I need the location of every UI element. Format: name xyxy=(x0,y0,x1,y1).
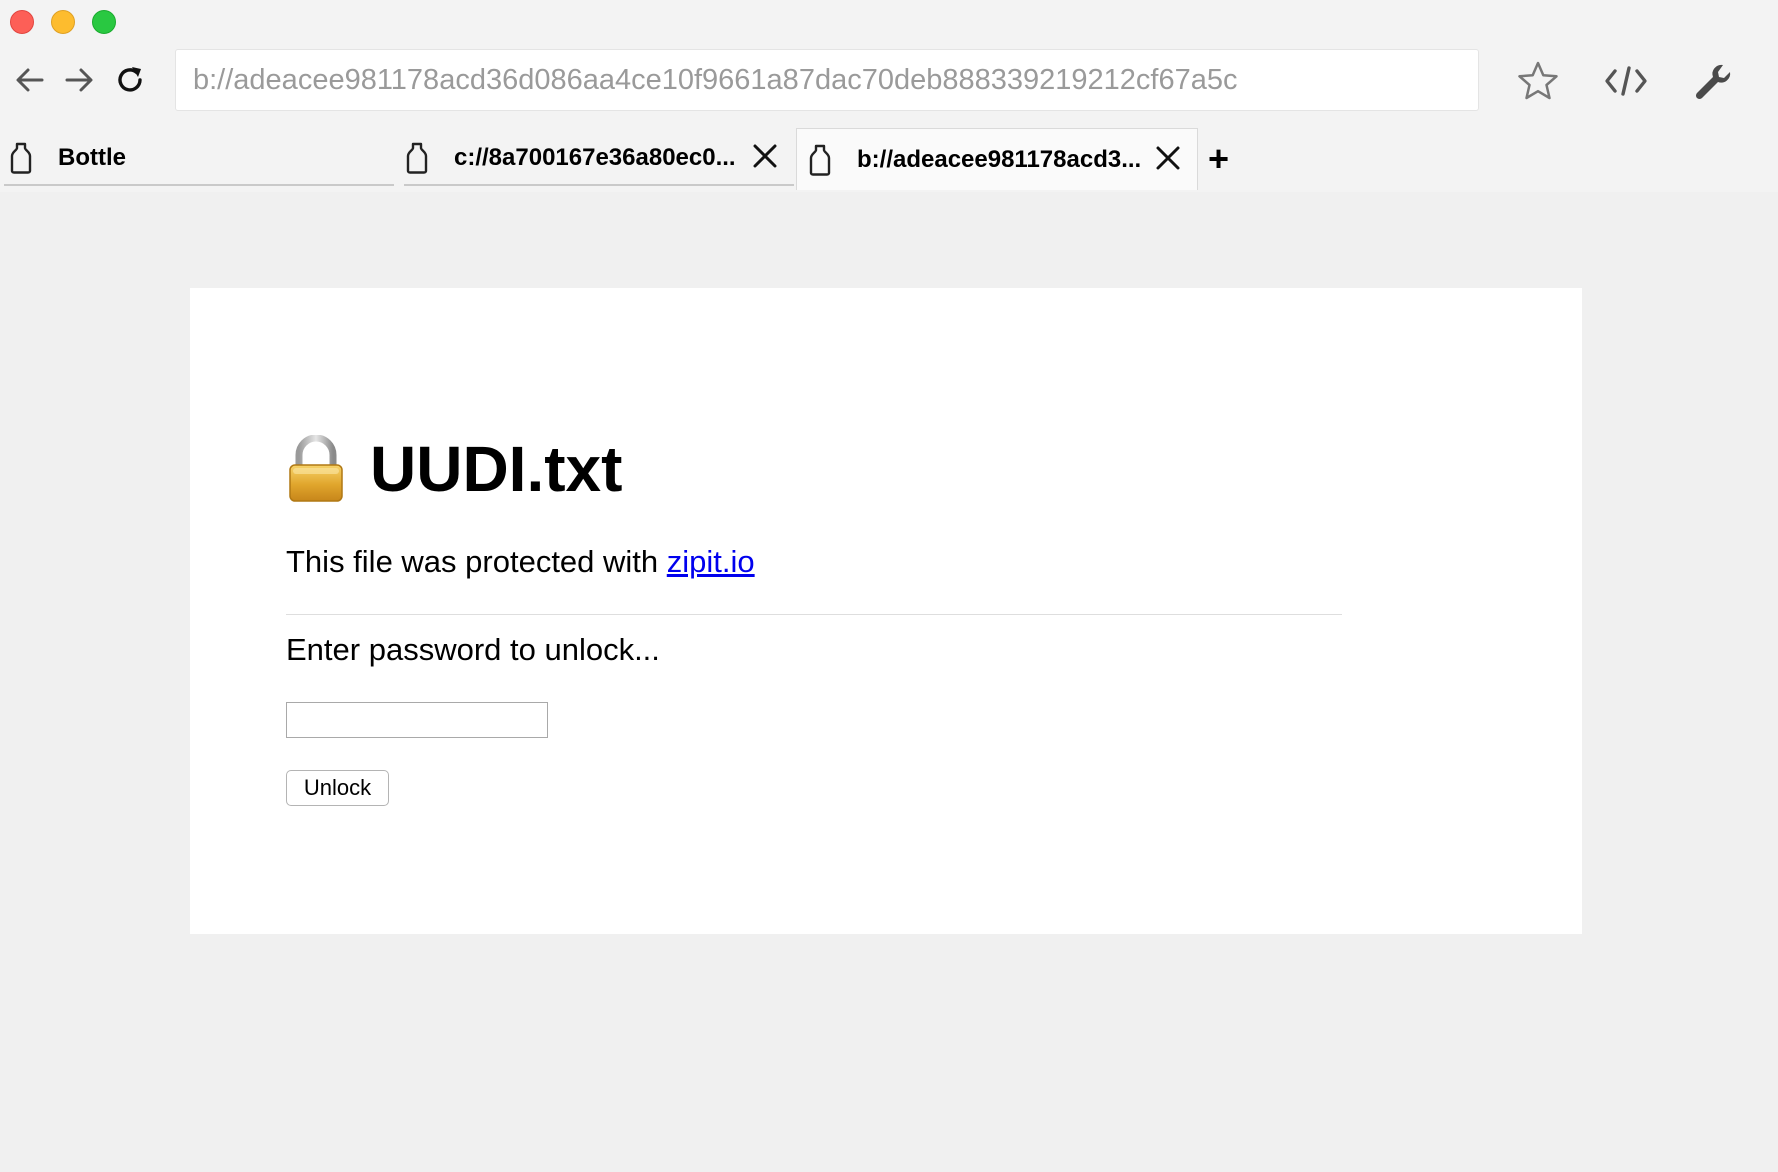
tab-label: c://8a700167e36a80ec0... xyxy=(454,143,736,171)
content-card: UUDI.txt This file was protected with zi… xyxy=(190,288,1582,934)
tab-b-url-active[interactable]: b://adeacee981178acd3... xyxy=(796,128,1198,190)
address-text: b://adeacee981178acd36d086aa4ce10f9661a8… xyxy=(193,63,1238,96)
protected-notice: This file was protected with zipit.io xyxy=(286,544,755,580)
bottle-icon xyxy=(809,144,831,176)
close-window-icon[interactable] xyxy=(10,10,34,34)
back-button[interactable] xyxy=(10,60,50,100)
protected-notice-text: This file was protected with xyxy=(286,544,667,579)
divider xyxy=(286,614,1342,615)
wrench-icon xyxy=(1695,64,1731,100)
bottle-icon xyxy=(10,142,32,174)
tab-label: Bottle xyxy=(58,143,126,171)
view-source-button[interactable] xyxy=(1601,56,1651,106)
forward-button[interactable] xyxy=(59,60,99,100)
new-tab-button[interactable]: + xyxy=(1208,141,1238,177)
zoom-window-icon[interactable] xyxy=(92,10,116,34)
close-tab-icon[interactable] xyxy=(1155,145,1181,171)
settings-button[interactable] xyxy=(1688,56,1738,106)
password-input[interactable] xyxy=(286,702,548,738)
bookmark-button[interactable] xyxy=(1513,56,1563,106)
page-title: UUDI.txt xyxy=(370,433,623,505)
password-prompt: Enter password to unlock... xyxy=(286,632,660,667)
tab-bottle[interactable]: Bottle xyxy=(4,131,394,186)
browser-chrome: b://adeacee981178acd36d086aa4ce10f9661a8… xyxy=(0,0,1778,192)
bookmark-star-icon xyxy=(1518,61,1558,100)
reload-button[interactable] xyxy=(110,60,150,100)
window-controls xyxy=(10,10,116,34)
unlock-button[interactable]: Unlock xyxy=(286,770,389,806)
minimize-window-icon[interactable] xyxy=(51,10,75,34)
zipit-link[interactable]: zipit.io xyxy=(667,544,755,579)
bottle-icon xyxy=(406,142,428,174)
back-arrow-icon xyxy=(16,68,44,92)
forward-arrow-icon xyxy=(65,68,93,92)
close-tab-icon[interactable] xyxy=(752,143,778,169)
reload-icon xyxy=(118,67,142,92)
lock-icon xyxy=(289,435,343,502)
tab-c-url[interactable]: c://8a700167e36a80ec0... xyxy=(404,131,794,186)
tab-strip: Bottle c://8a700167e36a80ec0... b://adea… xyxy=(0,128,1778,192)
address-bar[interactable]: b://adeacee981178acd36d086aa4ce10f9661a8… xyxy=(175,49,1479,111)
tab-label: b://adeacee981178acd3... xyxy=(857,145,1142,173)
view-source-icon xyxy=(1605,66,1647,96)
title-row: UUDI.txt xyxy=(286,432,622,506)
